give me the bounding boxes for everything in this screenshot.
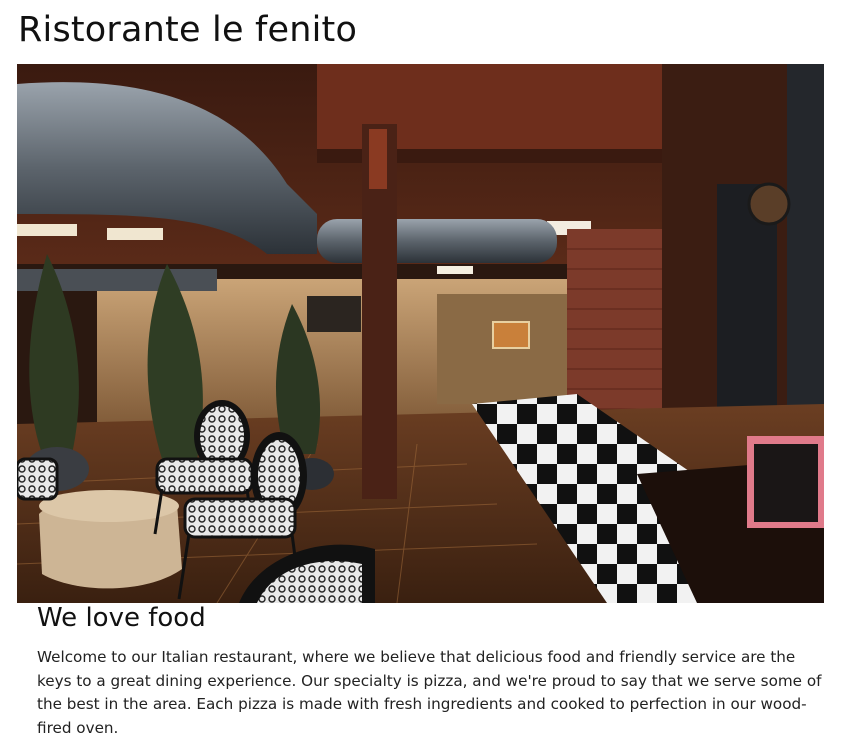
page-title: Ristorante le fenito	[18, 10, 358, 50]
intro-paragraph: Welcome to our Italian restaurant, where…	[37, 648, 822, 737]
section-heading: We love food	[37, 603, 206, 633]
hero-image-restaurant-interior	[17, 64, 824, 603]
